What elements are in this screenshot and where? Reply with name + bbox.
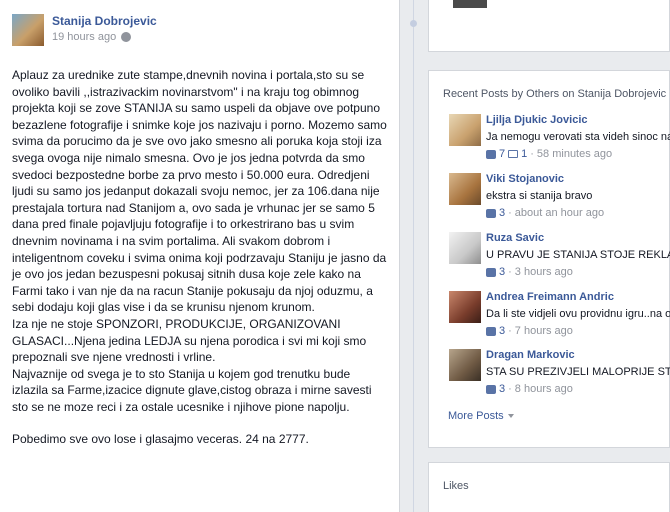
recent-post-time[interactable]: 58 minutes ago xyxy=(537,148,612,160)
comment-count[interactable]: 1 xyxy=(521,148,527,160)
like-count[interactable]: 7 xyxy=(499,148,505,160)
likes-title: Likes xyxy=(443,480,469,492)
post-author-name[interactable]: Stanija Dobrojevic xyxy=(52,14,157,28)
recent-post-item: Dragan Markovic STA SU PREZIVJELI MALOPR… xyxy=(449,349,670,399)
comment-icon xyxy=(508,150,519,158)
recent-post-avatar[interactable] xyxy=(449,114,481,146)
likes-box: Likes xyxy=(428,462,670,512)
recent-post-avatar[interactable] xyxy=(449,173,481,205)
recent-post-avatar[interactable] xyxy=(449,349,481,381)
recent-post-message[interactable]: ekstra si stanija bravo xyxy=(486,190,670,202)
recent-post-stats: 3 · 8 hours ago xyxy=(486,383,573,395)
recent-post-item: Ruza Savic U PRAVU JE STANIJA STOJE REKL… xyxy=(449,232,670,282)
post-meta: 19 hours ago xyxy=(52,31,132,43)
chevron-down-icon xyxy=(507,414,514,418)
like-icon xyxy=(486,149,496,159)
recent-post-stats: 3 · 7 hours ago xyxy=(486,325,573,337)
timeline-dot xyxy=(410,20,417,27)
globe-icon xyxy=(121,32,132,42)
post-timestamp[interactable]: 19 hours ago xyxy=(52,31,116,43)
recent-post-stats: 3 · 3 hours ago xyxy=(486,266,573,278)
recent-post-author[interactable]: Viki Stojanovic xyxy=(486,173,564,185)
recent-post-author[interactable]: Ljilja Djukic Jovicic xyxy=(486,114,588,126)
like-count[interactable]: 3 xyxy=(499,325,505,337)
recent-posts-title: Recent Posts by Others on Stanija Dobroj… xyxy=(443,88,667,100)
recent-post-avatar[interactable] xyxy=(449,291,481,323)
sidebar-photo-box xyxy=(428,0,670,52)
recent-post-time[interactable]: 8 hours ago xyxy=(515,383,573,395)
recent-post-author[interactable]: Dragan Markovic xyxy=(486,349,575,361)
timeline-line xyxy=(413,0,414,512)
more-posts-link[interactable]: More Posts xyxy=(448,410,514,422)
recent-post-stats: 3 · about an hour ago xyxy=(486,207,604,219)
recent-post-avatar[interactable] xyxy=(449,232,481,264)
post-paragraph: Pobedimo sve ovo lose i glasajmo veceras… xyxy=(12,432,309,447)
recent-post-item: Ljilja Djukic Jovicic Ja nemogu verovati… xyxy=(449,114,670,164)
post-body: Aplauz za urednike zute stampe,dnevnih n… xyxy=(12,67,387,448)
like-icon xyxy=(486,384,496,394)
recent-post-stats: 7 1 · 58 minutes ago xyxy=(486,148,612,160)
more-posts-label: More Posts xyxy=(448,410,504,422)
recent-post-time[interactable]: 3 hours ago xyxy=(515,266,573,278)
recent-post-time[interactable]: 7 hours ago xyxy=(515,325,573,337)
recent-post-message[interactable]: Da li ste vidjeli ovu providnu igru..na … xyxy=(486,308,670,320)
post-paragraph: Aplauz za urednike zute stampe,dnevnih n… xyxy=(12,68,387,315)
like-count[interactable]: 3 xyxy=(499,383,505,395)
recent-post-message[interactable]: Ja nemogu verovati sta videh sinoc na xyxy=(486,131,670,143)
recent-post-item: Andrea Freimann Andric Da li ste vidjeli… xyxy=(449,291,670,341)
post-card: Stanija Dobrojevic 19 hours ago Aplauz z… xyxy=(0,0,400,512)
recent-post-author[interactable]: Ruza Savic xyxy=(486,232,544,244)
recent-post-time[interactable]: about an hour ago xyxy=(515,207,604,219)
like-count[interactable]: 3 xyxy=(499,207,505,219)
like-icon xyxy=(486,326,496,336)
photo-thumbnail[interactable] xyxy=(453,0,487,8)
like-icon xyxy=(486,208,496,218)
like-icon xyxy=(486,267,496,277)
author-avatar[interactable] xyxy=(12,14,44,46)
post-paragraph: Iza nje ne stoje SPONZORI, PRODUKCIJE, O… xyxy=(12,316,367,365)
post-paragraph: Najvaznije od svega je to sto Stanija u … xyxy=(12,366,372,414)
like-count[interactable]: 3 xyxy=(499,266,505,278)
recent-posts-box: Recent Posts by Others on Stanija Dobroj… xyxy=(428,70,670,448)
recent-post-message[interactable]: STA SU PREZIVJELI MALOPRIJE STANI xyxy=(486,366,670,378)
recent-post-message[interactable]: U PRAVU JE STANIJA STOJE REKLA JOV xyxy=(486,249,670,261)
recent-post-author[interactable]: Andrea Freimann Andric xyxy=(486,291,614,303)
recent-post-item: Viki Stojanovic ekstra si stanija bravo … xyxy=(449,173,670,223)
